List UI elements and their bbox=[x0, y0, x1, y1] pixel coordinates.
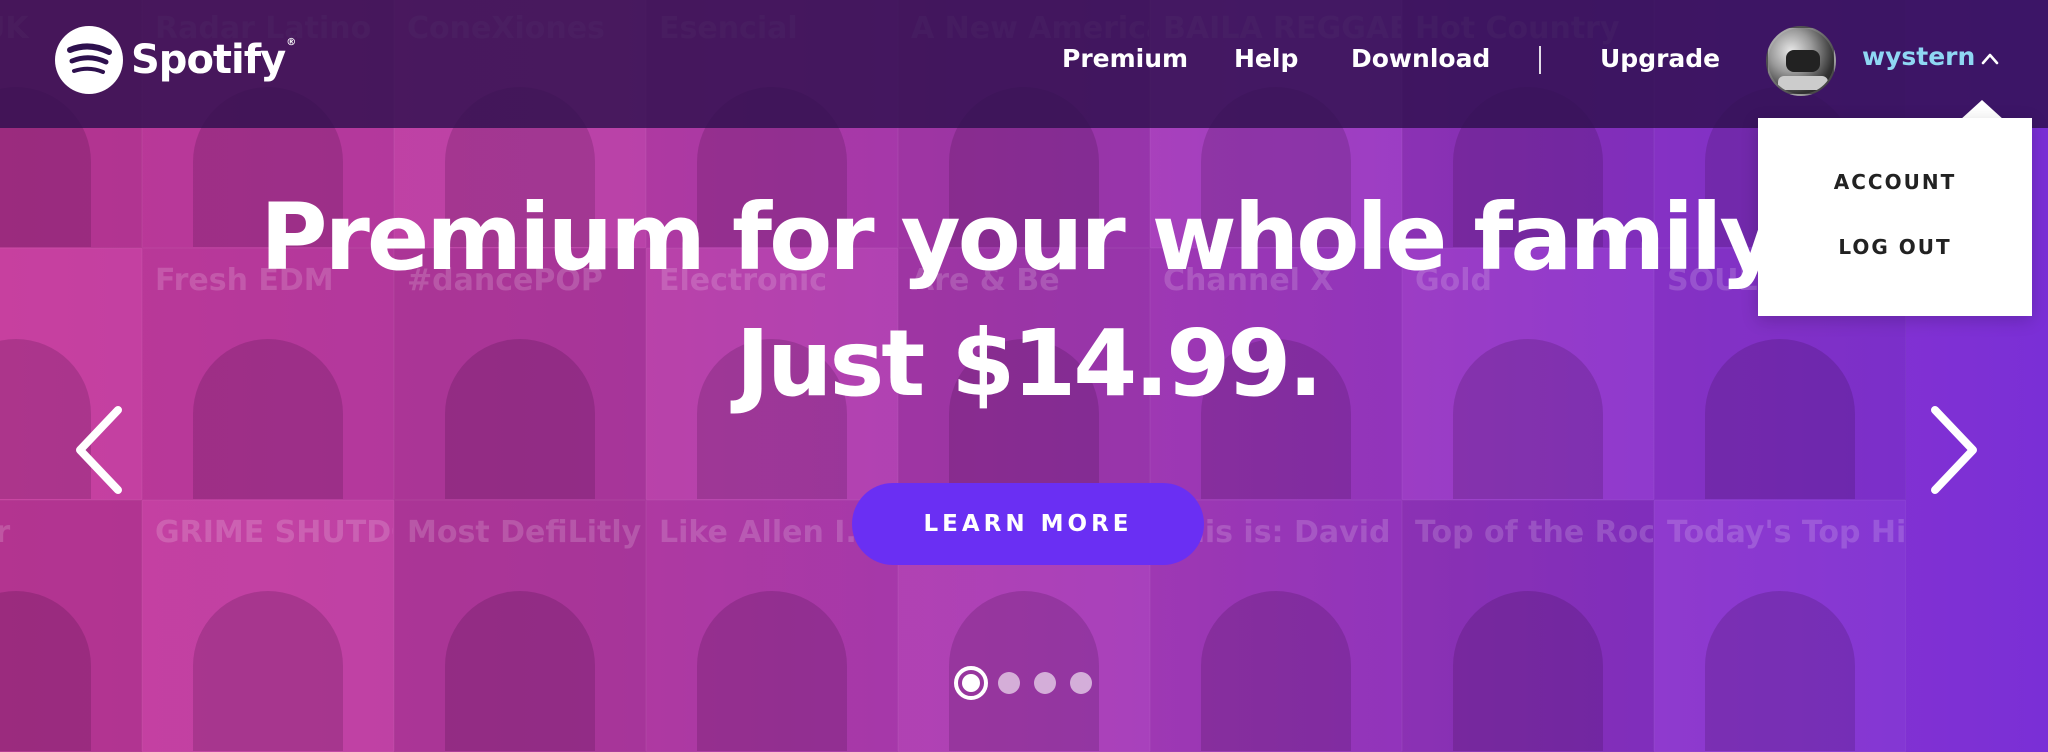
carousel-dot-3[interactable] bbox=[1034, 672, 1056, 694]
carousel-dot-4[interactable] bbox=[1070, 672, 1092, 694]
playlist-tile-label: Most DefiLitly bbox=[407, 515, 642, 550]
playlist-tile: Top of the Rock bbox=[1402, 500, 1654, 752]
hero-price: Just $14.99. bbox=[735, 310, 1323, 417]
username-menu-toggle[interactable]: wystern bbox=[1862, 42, 1975, 71]
playlist-artist-silhouette bbox=[697, 591, 847, 751]
playlist-tile-label: Caviar bbox=[0, 515, 10, 550]
nav-download-link[interactable]: Download bbox=[1351, 44, 1490, 73]
nav-divider bbox=[1539, 46, 1541, 74]
chevron-up-icon[interactable] bbox=[1981, 50, 1999, 68]
playlist-tile: Today's Top Hits bbox=[1654, 500, 1906, 752]
carousel-prev-arrow-icon[interactable] bbox=[68, 400, 128, 500]
playlist-artist-silhouette bbox=[193, 591, 343, 751]
playlist-tile: Most DefiLitly bbox=[394, 500, 646, 752]
nav-help-link[interactable]: Help bbox=[1234, 44, 1298, 73]
user-avatar[interactable] bbox=[1766, 26, 1836, 96]
playlist-tile: GRIME SHUTDOWN bbox=[142, 500, 394, 752]
playlist-artist-silhouette bbox=[0, 591, 91, 751]
nav-premium-link[interactable]: Premium bbox=[1062, 44, 1188, 73]
hero-headline: Premium for your whole family. bbox=[260, 184, 1803, 291]
top-navigation-bar: Spotify® Premium Help Download Upgrade w… bbox=[0, 0, 2048, 128]
spotify-logo-icon bbox=[55, 26, 123, 94]
playlist-tile: Caviar bbox=[0, 500, 142, 752]
playlist-artist-silhouette bbox=[1453, 591, 1603, 751]
spotify-logo[interactable]: Spotify® bbox=[55, 26, 296, 94]
playlist-tile-label: Top of the Rock bbox=[1415, 515, 1654, 550]
dropdown-caret bbox=[1960, 100, 2004, 120]
carousel-dot-1[interactable] bbox=[954, 666, 988, 700]
carousel-next-arrow-icon[interactable] bbox=[1925, 400, 1985, 500]
spotify-page: Hits UKRadar LatinoConeXionesEsencialA N… bbox=[0, 0, 2048, 752]
learn-more-button[interactable]: LEARN MORE bbox=[852, 483, 1204, 565]
playlist-artist-silhouette bbox=[1201, 591, 1351, 751]
carousel-pagination bbox=[954, 666, 1092, 700]
playlist-tile-label: Like Allen I. bbox=[659, 515, 857, 550]
playlist-artist-silhouette bbox=[445, 591, 595, 751]
carousel-dot-2[interactable] bbox=[998, 672, 1020, 694]
playlist-tile-label: Today's Top Hits bbox=[1667, 515, 1906, 550]
brand-name: Spotify® bbox=[131, 37, 296, 83]
playlist-artist-silhouette bbox=[1705, 591, 1855, 751]
playlist-tile-label: GRIME SHUTDOWN bbox=[155, 515, 393, 550]
nav-upgrade-link[interactable]: Upgrade bbox=[1600, 44, 1720, 73]
